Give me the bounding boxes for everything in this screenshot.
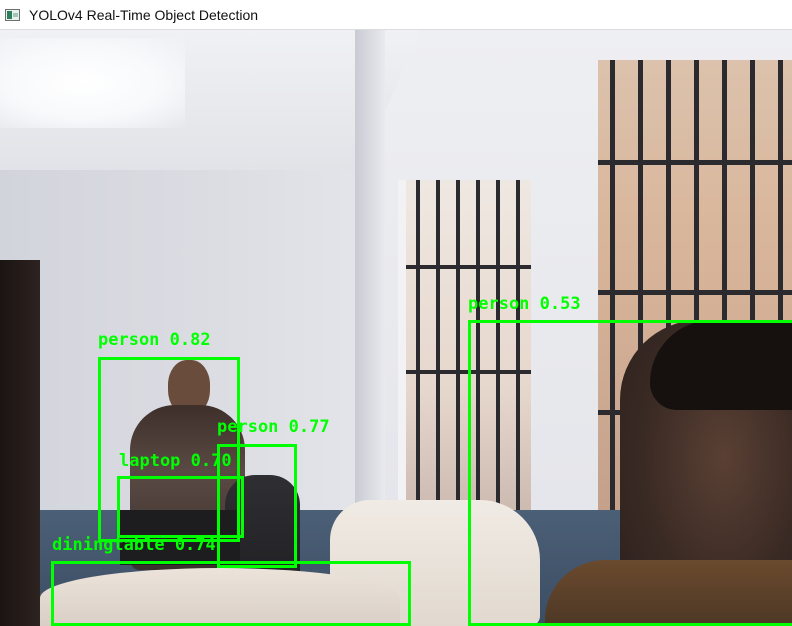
detection-label-person-3: person 0.53 bbox=[468, 294, 581, 314]
scene-ceiling-light bbox=[0, 38, 185, 128]
detection-box-laptop bbox=[117, 476, 244, 538]
scene-pillar bbox=[355, 30, 385, 550]
video-frame[interactable]: person 0.82 person 0.77 laptop 0.70 dini… bbox=[0, 30, 792, 626]
app-video-icon bbox=[5, 8, 20, 21]
title-bar[interactable]: YOLOv4 Real-Time Object Detection bbox=[0, 0, 792, 30]
detection-label-person-2: person 0.77 bbox=[217, 417, 330, 437]
detection-box-diningtable bbox=[51, 561, 411, 626]
detection-label-person-1: person 0.82 bbox=[98, 330, 211, 350]
app-window: YOLOv4 Real-Time Object Detection person… bbox=[0, 0, 792, 626]
detection-label-diningtable: diningtable 0.74 bbox=[52, 535, 216, 555]
detection-box-person-3 bbox=[468, 320, 792, 626]
window-title: YOLOv4 Real-Time Object Detection bbox=[29, 6, 259, 23]
detection-label-laptop: laptop 0.70 bbox=[119, 451, 232, 471]
scene-person-left bbox=[0, 260, 40, 626]
